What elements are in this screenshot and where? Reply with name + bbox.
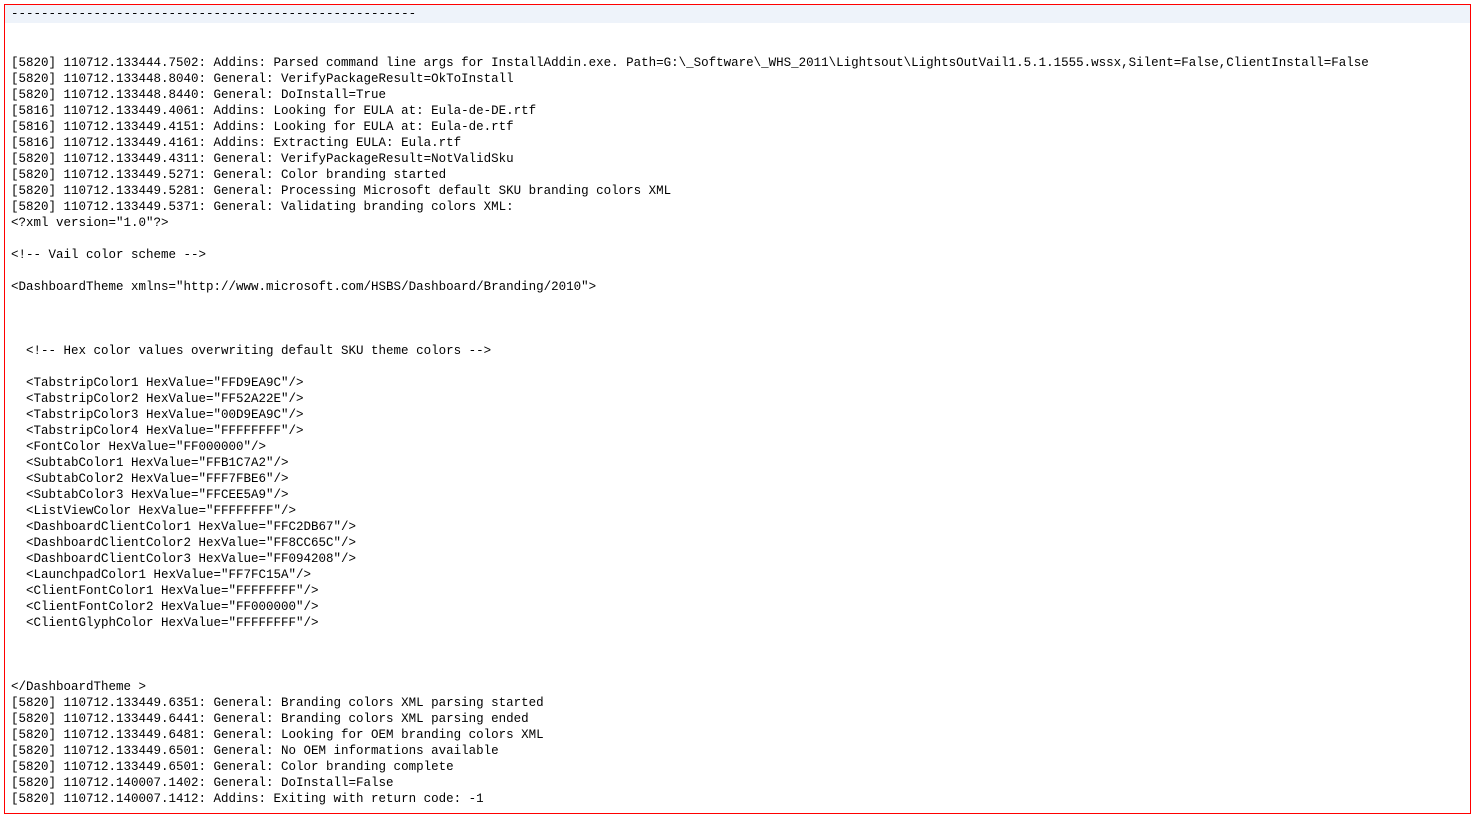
log-line: [5820] 110712.133449.6441: General: Bran… [11,711,1464,727]
log-line: [5820] 110712.133449.6351: General: Bran… [11,695,1464,711]
log-line: [5820] 110712.133449.6501: General: Colo… [11,759,1464,775]
log-line: [5820] 110712.133448.8040: General: Veri… [11,71,1464,87]
log-line: [5820] 110712.133449.5281: General: Proc… [11,183,1464,199]
log-line: <!-- Hex color values overwriting defaul… [11,343,1464,359]
log-output-frame: ----------------------------------------… [4,4,1471,814]
log-line [11,231,1464,247]
log-line: <?xml version="1.0"?> [11,215,1464,231]
log-line: <ClientFontColor2 HexValue="FF000000"/> [11,599,1464,615]
log-line: <DashboardClientColor1 HexValue="FFC2DB6… [11,519,1464,535]
log-line: [5816] 110712.133449.4151: Addins: Looki… [11,119,1464,135]
log-line: <ListViewColor HexValue="FFFFFFFF"/> [11,503,1464,519]
log-line: [5820] 110712.133449.6481: General: Look… [11,727,1464,743]
log-line: </DashboardTheme > [11,679,1464,695]
log-line: [5820] 110712.133448.8440: General: DoIn… [11,87,1464,103]
log-divider: ----------------------------------------… [5,5,1470,23]
log-line: <DashboardTheme xmlns="http://www.micros… [11,279,1464,295]
log-line [11,295,1464,311]
log-line: <TabstripColor2 HexValue="FF52A22E"/> [11,391,1464,407]
log-line: <TabstripColor3 HexValue="00D9EA9C"/> [11,407,1464,423]
log-line: <SubtabColor3 HexValue="FFCEE5A9"/> [11,487,1464,503]
log-line: <FontColor HexValue="FF000000"/> [11,439,1464,455]
log-line: [5816] 110712.133449.4061: Addins: Looki… [11,103,1464,119]
log-line: [5820] 110712.140007.1412: Addins: Exiti… [11,791,1464,807]
log-line: [5816] 110712.133449.4161: Addins: Extra… [11,135,1464,151]
log-block-bottom: </DashboardTheme >[5820] 110712.133449.6… [11,679,1464,807]
log-line: [5820] 110712.140007.1402: General: DoIn… [11,775,1464,791]
log-line: <SubtabColor1 HexValue="FFB1C7A2"/> [11,455,1464,471]
log-line: <TabstripColor1 HexValue="FFD9EA9C"/> [11,375,1464,391]
log-line: [5820] 110712.133444.7502: Addins: Parse… [11,55,1464,71]
log-line: [5820] 110712.133449.4311: General: Veri… [11,151,1464,167]
log-line: <DashboardClientColor3 HexValue="FF09420… [11,551,1464,567]
log-line [11,359,1464,375]
log-line [11,263,1464,279]
log-line: <SubtabColor2 HexValue="FFF7FBE6"/> [11,471,1464,487]
log-block-indent: <!-- Hex color values overwriting defaul… [11,343,1464,647]
log-line: <TabstripColor4 HexValue="FFFFFFFF"/> [11,423,1464,439]
log-block-top: [5820] 110712.133444.7502: Addins: Parse… [11,55,1464,311]
log-line [11,631,1464,647]
log-line: [5820] 110712.133449.6501: General: No O… [11,743,1464,759]
log-line: [5820] 110712.133449.5271: General: Colo… [11,167,1464,183]
log-line: <DashboardClientColor2 HexValue="FF8CC65… [11,535,1464,551]
log-line: <ClientFontColor1 HexValue="FFFFFFFF"/> [11,583,1464,599]
log-line: <ClientGlyphColor HexValue="FFFFFFFF"/> [11,615,1464,631]
log-line: [5820] 110712.133449.5371: General: Vali… [11,199,1464,215]
log-line: <!-- Vail color scheme --> [11,247,1464,263]
log-body: [5820] 110712.133444.7502: Addins: Parse… [5,23,1470,814]
log-line: <LaunchpadColor1 HexValue="FF7FC15A"/> [11,567,1464,583]
